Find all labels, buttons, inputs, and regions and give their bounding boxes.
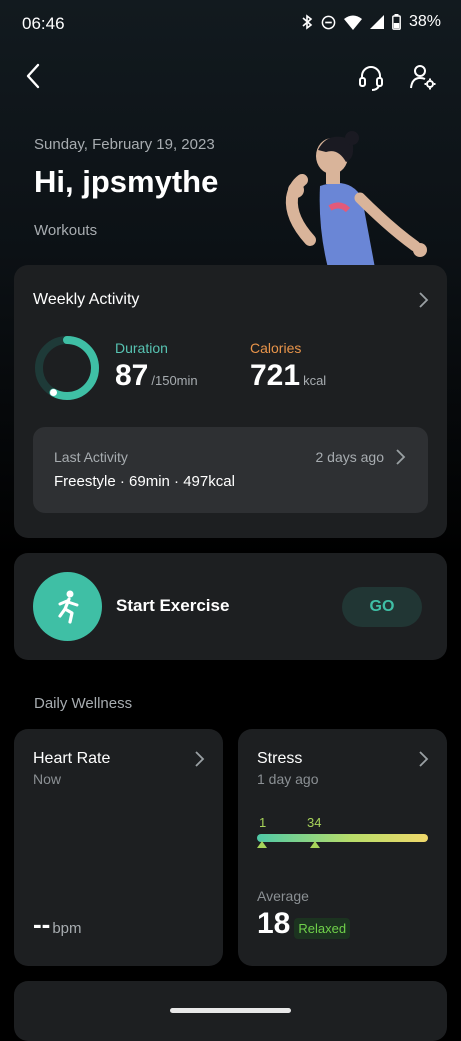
do-not-disturb-icon xyxy=(321,15,336,29)
stress-value-marker xyxy=(310,841,320,848)
heart-rate-unit: bpm xyxy=(52,920,82,937)
duration-unit: /150min xyxy=(151,373,198,388)
heart-rate-title: Heart Rate xyxy=(33,750,111,767)
battery-icon xyxy=(392,14,401,30)
last-activity-panel[interactable]: Last Activity 2 days ago Freestyle · 69m… xyxy=(33,427,428,513)
duration-stat: 87 /150min xyxy=(115,359,198,393)
cell-signal-icon xyxy=(369,15,384,29)
section-subtitle: Workouts xyxy=(34,222,98,239)
chevron-right-icon xyxy=(419,292,429,308)
stress-average: 18 Relaxed xyxy=(257,907,351,941)
duration-label: Duration xyxy=(115,340,168,356)
bluetooth-icon xyxy=(302,14,313,30)
calories-value: 721 xyxy=(250,359,301,392)
headset-icon xyxy=(359,66,383,91)
stress-card[interactable]: Stress 1 day ago 1 34 Average 18 Relaxed xyxy=(238,729,447,966)
back-arrow-icon xyxy=(26,63,40,89)
duration-progress-dot xyxy=(50,389,58,397)
home-indicator[interactable] xyxy=(170,1008,291,1013)
last-activity-label: Last Activity xyxy=(54,449,128,465)
chevron-right-icon xyxy=(419,751,429,767)
runner-illustration xyxy=(285,131,427,268)
chevron-right-icon xyxy=(195,751,205,767)
last-activity-time: 2 days ago xyxy=(315,449,385,465)
greeting: Hi, jpsmythe xyxy=(34,164,219,199)
duration-progress-ring xyxy=(35,336,99,400)
stress-average-label: Average xyxy=(257,888,309,904)
stress-scale-bar xyxy=(257,834,428,842)
chevron-right-icon xyxy=(396,449,406,465)
stress-status-badge: Relaxed xyxy=(294,917,351,939)
stress-min-marker-label: 1 xyxy=(259,815,267,830)
user-settings-icon xyxy=(410,65,436,90)
support-button[interactable] xyxy=(351,57,391,97)
heart-rate-card[interactable]: Heart Rate Now -- bpm xyxy=(14,729,223,966)
weekly-activity-title: Weekly Activity xyxy=(33,291,140,308)
calories-stat: 721 kcal xyxy=(250,359,326,393)
heart-rate-time: Now xyxy=(33,771,62,787)
wifi-icon xyxy=(343,15,362,30)
profile-settings-button[interactable] xyxy=(403,57,443,97)
duration-value: 87 xyxy=(115,359,149,392)
top-bar xyxy=(0,55,461,99)
calories-unit: kcal xyxy=(303,373,327,388)
running-figure-icon xyxy=(57,590,78,624)
heart-rate-value: -- xyxy=(33,909,51,939)
weekly-activity-card[interactable]: Weekly Activity Duration 87 /150min Calo… xyxy=(14,265,447,538)
start-exercise-label: Start Exercise xyxy=(116,596,230,615)
status-time: 06:46 xyxy=(22,14,65,33)
exercise-icon-circle xyxy=(33,572,102,641)
stress-title: Stress xyxy=(257,750,303,767)
battery-level: 38% xyxy=(408,13,441,30)
stress-value-marker-label: 34 xyxy=(307,815,322,830)
start-exercise-card[interactable]: Start Exercise GO xyxy=(14,553,447,660)
calories-label: Calories xyxy=(250,340,302,356)
back-button[interactable] xyxy=(13,56,53,96)
status-icons: 38% xyxy=(301,13,441,31)
stress-time: 1 day ago xyxy=(257,771,319,787)
last-activity-details: Freestyle · 69min · 497kcal xyxy=(54,473,235,490)
heart-rate-reading: -- bpm xyxy=(33,909,82,940)
stress-average-value: 18 xyxy=(257,907,291,940)
current-date: Sunday, February 19, 2023 xyxy=(34,136,215,153)
status-bar: 06:46 38% xyxy=(0,0,461,50)
daily-wellness-title: Daily Wellness xyxy=(34,695,133,712)
stress-min-marker xyxy=(257,841,267,848)
go-button[interactable]: GO xyxy=(342,587,422,627)
